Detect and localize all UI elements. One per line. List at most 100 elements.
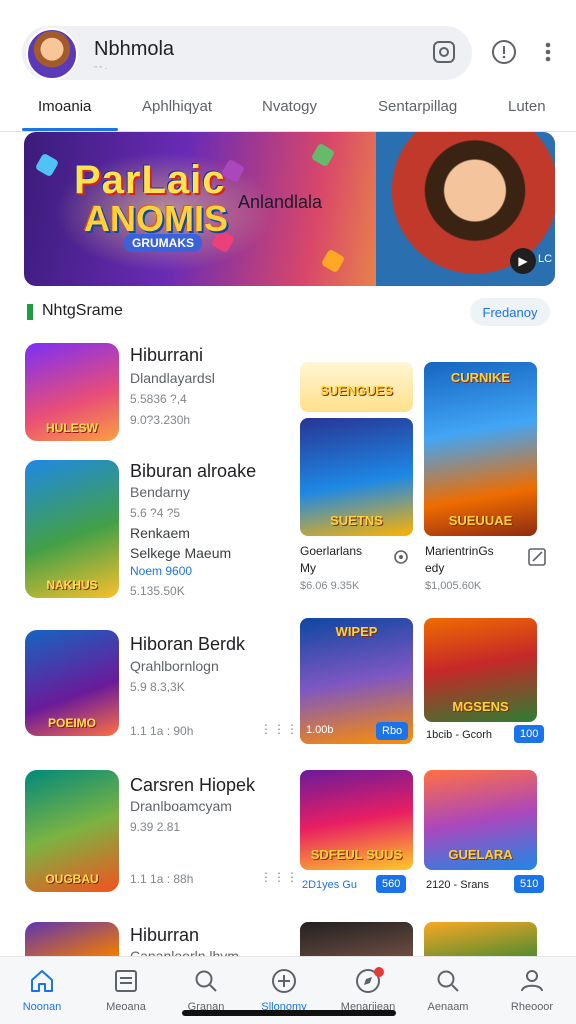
- list-item-subtitle: Dranlboamcyam: [130, 798, 232, 814]
- app-title: Nbhmola: [94, 38, 175, 60]
- game-tile[interactable]: GUELARA: [424, 770, 537, 870]
- tile-label: SDFEUL SUUS: [310, 847, 403, 862]
- app-icon[interactable]: POEIMO: [25, 630, 119, 736]
- tile-tag[interactable]: 510: [514, 875, 545, 893]
- add-icon: [270, 967, 298, 995]
- list-item-meta: 5.9 8.3,3K: [130, 680, 185, 694]
- game-tile[interactable]: SUETNS: [300, 418, 413, 536]
- nav-home[interactable]: Noonan: [6, 957, 78, 1024]
- tile-label: SUENGUES: [320, 383, 393, 398]
- tile-title[interactable]: MarientrinGs: [425, 544, 494, 558]
- tile-tag[interactable]: 100: [514, 725, 545, 743]
- section-more-button[interactable]: Fredanoy: [470, 298, 550, 326]
- candy-icon: [310, 142, 336, 168]
- app-icon[interactable]: [25, 922, 119, 956]
- tile-title[interactable]: Goerlarlans: [300, 544, 362, 558]
- nav-label: Noonan: [22, 1001, 62, 1013]
- tab-imoania[interactable]: Imoania: [38, 98, 91, 115]
- banner-logo-line3: GRUMAKS: [124, 234, 202, 252]
- game-tile[interactable]: SUENGUES: [300, 362, 413, 412]
- nav-label: Rheooor: [510, 1001, 554, 1013]
- tile-title: edy: [425, 561, 445, 575]
- tab-nvatogy[interactable]: Nvatogy: [262, 98, 317, 115]
- list-item-title[interactable]: Hiboran Berdk: [130, 634, 245, 655]
- banner-logo-line1: ParLaic: [74, 158, 226, 202]
- banner-badge: LC: [538, 253, 553, 265]
- list-item-meta: 5.5836 ?,4: [130, 392, 187, 406]
- tile-label: WIPEP: [335, 624, 378, 639]
- app-icon-label: POEIMO: [47, 716, 96, 730]
- search-icon: [192, 967, 220, 995]
- settings-icon[interactable]: [390, 546, 412, 568]
- nav-label: Aenaam: [427, 1001, 469, 1013]
- more-icon[interactable]: ⋮⋮⋮: [260, 722, 299, 736]
- app-icon[interactable]: HULESW: [25, 343, 119, 441]
- home-icon: [28, 967, 56, 995]
- more-vert-icon[interactable]: [534, 38, 562, 66]
- list-item-detail: Selkege Maeum: [130, 545, 232, 561]
- search-bar[interactable]: [22, 26, 472, 80]
- alert-icon[interactable]: [490, 38, 518, 66]
- list-item-meta: 1.1 1a : 88h: [130, 872, 194, 886]
- app-icon[interactable]: OUGBAU: [25, 770, 119, 892]
- list-item-subtitle: Qrahlbornlogn: [130, 658, 219, 674]
- candy-icon: [34, 152, 60, 178]
- tile-tag[interactable]: Rbo: [376, 722, 409, 740]
- tile-caption: 1bcib - Gcorh: [426, 729, 493, 741]
- camera-icon[interactable]: [430, 38, 458, 66]
- game-tile[interactable]: SDFEUL SUUS: [300, 770, 413, 870]
- list-item-meta: 5.135.50K: [130, 584, 185, 598]
- list-item-title[interactable]: Hiburran: [130, 925, 199, 946]
- app-subtitle: ᵔ ᵔ ·: [94, 64, 108, 73]
- tile-caption: 2120 - Srans: [426, 879, 489, 891]
- list-item-meta: 1.1 1a : 90h: [130, 724, 194, 738]
- search-icon: [434, 967, 462, 995]
- list-item-meta: 9.0?3.230h: [130, 413, 191, 427]
- tab-luten[interactable]: Luten: [508, 98, 546, 115]
- game-tile[interactable]: [424, 922, 537, 956]
- app-icon-label: OUGBAU: [45, 872, 99, 886]
- list-item-subtitle: Dlandlayardsl: [130, 370, 215, 386]
- edit-icon[interactable]: [526, 546, 548, 568]
- avatar[interactable]: [26, 28, 78, 80]
- list-item-meta: 9.39 2.81: [130, 820, 181, 834]
- candy-icon: [320, 248, 346, 274]
- tile-tag[interactable]: 560: [376, 875, 407, 893]
- list-item-title[interactable]: Carsren Hiopek: [130, 775, 255, 796]
- tile-label: CURNIKE: [450, 370, 511, 385]
- nav-document[interactable]: Meoana: [90, 957, 162, 1024]
- document-icon: [112, 967, 140, 995]
- list-item-meta: 5.6 ?4 ?5: [130, 506, 181, 520]
- section-title: NhtgSrame: [42, 302, 123, 319]
- nav-label: Meoana: [106, 1001, 146, 1013]
- tile-label: SUEUUAE: [448, 513, 513, 528]
- more-icon[interactable]: ⋮⋮⋮: [260, 870, 299, 884]
- app-icon[interactable]: NAKHUS: [25, 460, 119, 598]
- notification-badge: [374, 967, 384, 977]
- tile-caption: 2D1yes Gu: [302, 879, 358, 891]
- nav-search-2[interactable]: Aenaam: [412, 957, 484, 1024]
- list-item-title[interactable]: Hiburrani: [130, 345, 203, 366]
- tile-caption: 1.00b: [306, 724, 334, 736]
- tile-meta: $6.06 9.35K: [300, 580, 360, 592]
- list-item-meta: Noem 9600: [130, 564, 193, 578]
- app-icon-label: HULESW: [46, 421, 98, 435]
- game-tile[interactable]: MGSENS: [424, 618, 537, 722]
- list-item-detail: Renkaem: [130, 525, 190, 541]
- nav-profile[interactable]: Rheooor: [496, 957, 568, 1024]
- list-item-title[interactable]: Biburan alroake: [130, 461, 256, 482]
- list-item-subtitle: Cananleorln lhvm: [130, 948, 239, 956]
- home-indicator[interactable]: [182, 1010, 396, 1016]
- tile-title: My: [300, 561, 316, 575]
- featured-banner[interactable]: ParLaic ANOMIS GRUMAKS Anlandlala: [24, 132, 555, 286]
- banner-caption: Anlandlala: [238, 192, 323, 212]
- tab-sentarpillag[interactable]: Sentarpillag: [378, 98, 457, 115]
- game-tile[interactable]: [300, 922, 413, 956]
- play-icon[interactable]: ▶: [510, 248, 536, 274]
- app-header: Nbhmola ᵔ ᵔ ·: [0, 0, 576, 92]
- game-tile[interactable]: WIPEP 1.00b Rbo: [300, 618, 413, 744]
- tile-label: MGSENS: [452, 699, 509, 714]
- game-tile[interactable]: CURNIKE SUEUUAE: [424, 362, 537, 536]
- tab-aphlhiqyat[interactable]: Aphlhiqyat: [142, 98, 212, 115]
- tile-label: GUELARA: [448, 847, 513, 862]
